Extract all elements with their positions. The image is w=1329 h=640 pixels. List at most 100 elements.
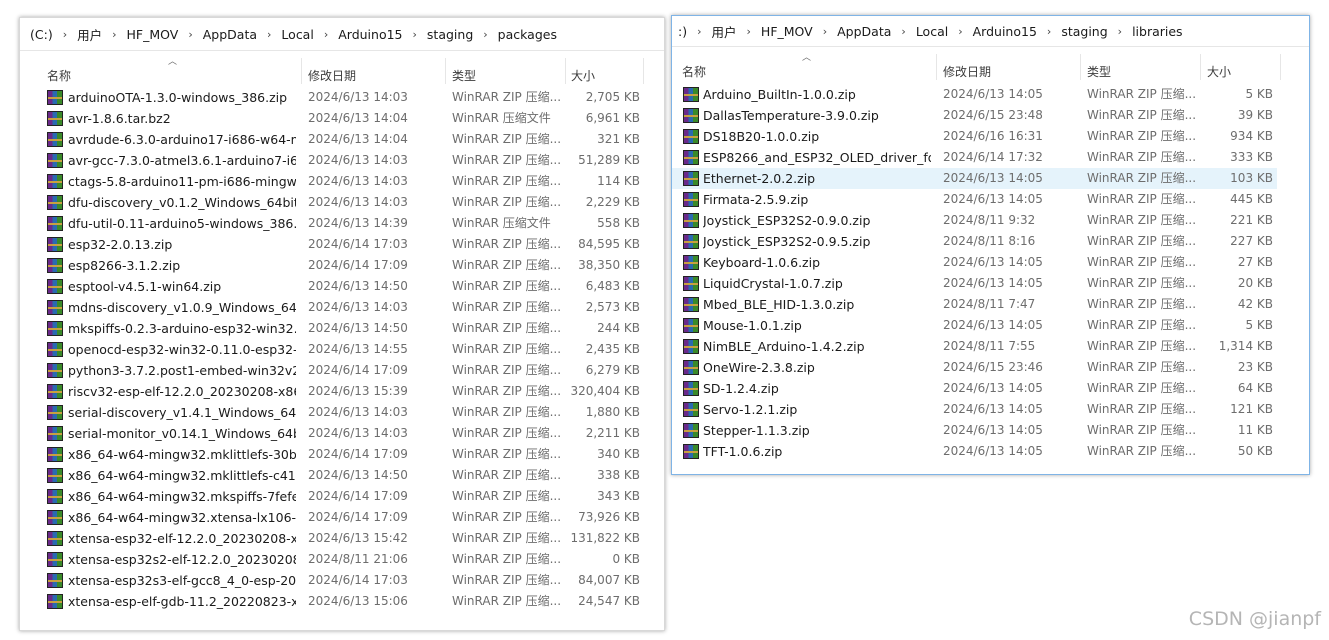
chevron-right-icon[interactable]: › xyxy=(1043,25,1055,38)
file-row[interactable]: ctags-5.8-arduino11-pm-i686-mingw... 2024… xyxy=(20,171,644,192)
column-divider[interactable] xyxy=(1200,54,1201,80)
file-row[interactable]: x86_64-w64-mingw32.mkspiffs-7fefea... 202… xyxy=(20,486,644,507)
file-row[interactable]: avr-gcc-7.3.0-atmel3.6.1-arduino7-i6... 2… xyxy=(20,150,644,171)
column-divider[interactable] xyxy=(1280,54,1281,80)
chevron-right-icon[interactable]: › xyxy=(693,25,705,38)
column-divider[interactable] xyxy=(301,58,302,84)
breadcrumb-item[interactable]: staging xyxy=(1055,24,1113,39)
breadcrumb-item[interactable]: 用户 xyxy=(706,22,743,41)
breadcrumb-item[interactable]: HF_MOV xyxy=(755,24,819,39)
chevron-right-icon[interactable]: › xyxy=(897,25,909,38)
file-row[interactable]: Mouse-1.0.1.zip 2024/6/13 14:05 WinRAR ZIP… xyxy=(672,315,1277,336)
winrar-archive-icon xyxy=(47,174,63,189)
column-header-date[interactable]: 修改日期 xyxy=(308,67,356,84)
breadcrumb-item[interactable]: HF_MOV xyxy=(121,27,185,42)
file-row[interactable]: NimBLE_Arduino-1.4.2.zip 2024/8/11 7:55 Wi… xyxy=(672,336,1277,357)
file-row[interactable]: xtensa-esp32s2-elf-12.2.0_20230208-... 20… xyxy=(20,549,644,570)
file-row[interactable]: DS18B20-1.0.0.zip 2024/6/16 16:31 WinRAR Z… xyxy=(672,126,1277,147)
breadcrumb-item[interactable]: packages xyxy=(492,27,563,42)
chevron-right-icon[interactable]: › xyxy=(409,28,421,41)
breadcrumb-item[interactable]: AppData xyxy=(831,24,897,39)
file-row[interactable]: dfu-util-0.11-arduino5-windows_386.t... 2… xyxy=(20,213,644,234)
file-row[interactable]: ESP8266_and_ESP32_OLED_driver_for... 2024… xyxy=(672,147,1277,168)
column-header-size[interactable]: 大小 xyxy=(1207,63,1231,80)
file-date: 2024/8/11 8:16 xyxy=(943,234,1036,248)
file-row[interactable]: riscv32-esp-elf-12.2.0_20230208-x86_... 2… xyxy=(20,381,644,402)
file-row[interactable]: Keyboard-1.0.6.zip 2024/6/13 14:05 WinRAR … xyxy=(672,252,1277,273)
file-row[interactable]: TFT-1.0.6.zip 2024/6/13 14:05 WinRAR ZIP 压… xyxy=(672,441,1277,462)
chevron-right-icon[interactable]: › xyxy=(108,28,120,41)
chevron-right-icon[interactable]: › xyxy=(1114,25,1126,38)
file-row[interactable]: Stepper-1.1.3.zip 2024/6/13 14:05 WinRAR Z… xyxy=(672,420,1277,441)
file-row[interactable]: openocd-esp32-win32-0.11.0-esp32-... 2024… xyxy=(20,339,644,360)
file-row[interactable]: mkspiffs-0.2.3-arduino-esp32-win32.... 20… xyxy=(20,318,644,339)
breadcrumb-item[interactable]: staging xyxy=(421,27,479,42)
file-row[interactable]: python3-3.7.2.post1-embed-win32v2... 2024… xyxy=(20,360,644,381)
file-size: 84,007 KB xyxy=(578,573,640,587)
breadcrumb-item[interactable]: libraries xyxy=(1126,24,1189,39)
file-row[interactable]: OneWire-2.3.8.zip 2024/6/15 23:46 WinRAR Z… xyxy=(672,357,1277,378)
column-divider[interactable] xyxy=(445,58,446,84)
file-row[interactable]: xtensa-esp32-elf-12.2.0_20230208-x8... 20… xyxy=(20,528,644,549)
file-row[interactable]: SD-1.2.4.zip 2024/6/13 14:05 WinRAR ZIP 压缩… xyxy=(672,378,1277,399)
column-header-date[interactable]: 修改日期 xyxy=(943,63,991,80)
chevron-right-icon[interactable]: › xyxy=(479,28,491,41)
file-row[interactable]: x86_64-w64-mingw32.mklittlefs-30b7f... 20… xyxy=(20,444,644,465)
column-divider[interactable] xyxy=(643,58,644,84)
column-header-name[interactable]: 名称 xyxy=(682,63,706,80)
file-row[interactable]: avr-1.8.6.tar.bz2 2024/6/13 14:04 WinRAR 压… xyxy=(20,108,644,129)
file-row[interactable]: arduinoOTA-1.3.0-windows_386.zip 2024/6/1… xyxy=(20,87,644,108)
file-row[interactable]: x86_64-w64-mingw32.xtensa-lx106-el... 202… xyxy=(20,507,644,528)
chevron-right-icon[interactable]: › xyxy=(954,25,966,38)
breadcrumb-item[interactable]: :) xyxy=(672,24,693,39)
file-row[interactable]: Firmata-2.5.9.zip 2024/6/13 14:05 WinRAR Z… xyxy=(672,189,1277,210)
file-size: 121 KB xyxy=(1230,402,1273,416)
breadcrumb-item[interactable]: 用户 xyxy=(71,25,108,44)
file-name: Arduino_BuiltIn-1.0.0.zip xyxy=(703,87,856,102)
chevron-right-icon[interactable]: › xyxy=(59,28,71,41)
chevron-right-icon[interactable]: › xyxy=(819,25,831,38)
breadcrumb-item[interactable]: Arduino15 xyxy=(332,27,408,42)
file-date: 2024/6/13 14:39 xyxy=(308,216,408,230)
column-header-type[interactable]: 类型 xyxy=(1087,63,1111,80)
column-header-type[interactable]: 类型 xyxy=(452,67,476,84)
file-row[interactable]: avrdude-6.3.0-arduino17-i686-w64-m... 202… xyxy=(20,129,644,150)
file-row[interactable]: mdns-discovery_v1.0.9_Windows_64b... 2024… xyxy=(20,297,644,318)
column-divider[interactable] xyxy=(1080,54,1081,80)
file-row[interactable]: serial-monitor_v0.14.1_Windows_64bi... 20… xyxy=(20,423,644,444)
breadcrumb-item[interactable]: Arduino15 xyxy=(967,24,1043,39)
column-divider[interactable] xyxy=(936,54,937,80)
file-row[interactable]: Arduino_BuiltIn-1.0.0.zip 2024/6/13 14:05… xyxy=(672,84,1277,105)
chevron-right-icon[interactable]: › xyxy=(263,28,275,41)
breadcrumb-item[interactable]: Local xyxy=(275,27,319,42)
chevron-right-icon[interactable]: › xyxy=(184,28,196,41)
file-row[interactable]: Joystick_ESP32S2-0.9.5.zip 2024/8/11 8:16… xyxy=(672,231,1277,252)
file-row[interactable]: xtensa-esp32s3-elf-gcc8_4_0-esp-202... 20… xyxy=(20,570,644,591)
file-row[interactable]: DallasTemperature-3.9.0.zip 2024/6/15 23:… xyxy=(672,105,1277,126)
file-row[interactable]: Ethernet-2.0.2.zip 2024/6/13 14:05 WinRAR … xyxy=(672,168,1277,189)
chevron-right-icon[interactable]: › xyxy=(743,25,755,38)
file-size: 2,705 KB xyxy=(585,90,640,104)
file-row[interactable]: Joystick_ESP32S2-0.9.0.zip 2024/8/11 9:32… xyxy=(672,210,1277,231)
breadcrumb-item[interactable]: Local xyxy=(910,24,954,39)
file-size: 320,404 KB xyxy=(570,384,640,398)
file-date: 2024/6/13 14:05 xyxy=(943,402,1043,416)
file-row[interactable]: serial-discovery_v1.4.1_Windows_64bi... 2… xyxy=(20,402,644,423)
file-row[interactable]: esp32-2.0.13.zip 2024/6/14 17:03 WinRAR ZI… xyxy=(20,234,644,255)
file-row[interactable]: dfu-discovery_v0.1.2_Windows_64bit.... 20… xyxy=(20,192,644,213)
file-row[interactable]: Servo-1.2.1.zip 2024/6/13 14:05 WinRAR ZIP… xyxy=(672,399,1277,420)
breadcrumb-item[interactable]: AppData xyxy=(197,27,263,42)
file-row[interactable]: x86_64-w64-mingw32.mklittlefs-c41e... 202… xyxy=(20,465,644,486)
file-size: 333 KB xyxy=(1230,150,1273,164)
file-row[interactable]: LiquidCrystal-1.0.7.zip 2024/6/13 14:05 Wi… xyxy=(672,273,1277,294)
column-header-size[interactable]: 大小 xyxy=(571,67,595,84)
file-row[interactable]: Mbed_BLE_HID-1.3.0.zip 2024/8/11 7:47 WinR… xyxy=(672,294,1277,315)
column-divider[interactable] xyxy=(565,58,566,84)
file-row[interactable]: esp8266-3.1.2.zip 2024/6/14 17:09 WinRAR Z… xyxy=(20,255,644,276)
column-header-name[interactable]: 名称 xyxy=(47,67,71,84)
breadcrumb-item[interactable]: (C:) xyxy=(24,27,59,42)
file-row[interactable]: xtensa-esp-elf-gdb-11.2_20220823-x... 202… xyxy=(20,591,644,612)
file-row[interactable]: esptool-v4.5.1-win64.zip 2024/6/13 14:50 W… xyxy=(20,276,644,297)
chevron-right-icon[interactable]: › xyxy=(320,28,332,41)
file-type: WinRAR ZIP 压缩... xyxy=(452,153,562,167)
